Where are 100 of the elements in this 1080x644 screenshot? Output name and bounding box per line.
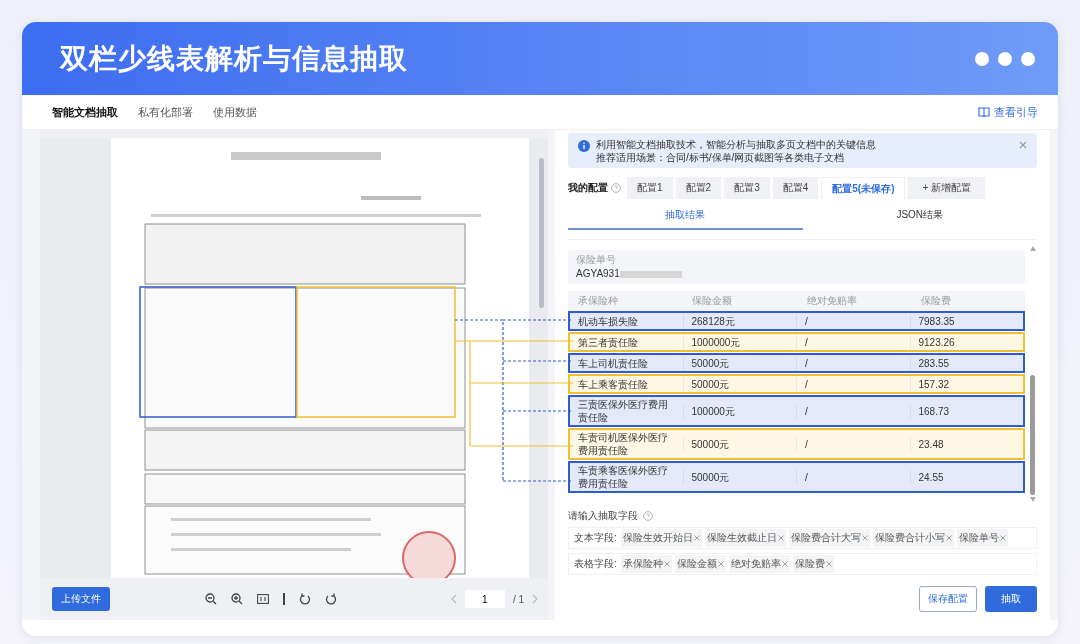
config-tab[interactable]: 配置5(未保存) xyxy=(821,177,906,199)
field-tag[interactable]: 保险费合计小写 xyxy=(872,529,954,547)
scrollbar[interactable] xyxy=(539,158,544,308)
result-tab[interactable]: JSON结果 xyxy=(802,202,1037,230)
table-cell: / xyxy=(796,334,910,350)
remove-icon[interactable] xyxy=(781,561,788,567)
chevron-right-icon[interactable] xyxy=(532,594,538,604)
field-tag[interactable]: 保险费 xyxy=(792,555,834,573)
page-total: / 1 xyxy=(512,593,524,605)
redaction-bar xyxy=(619,270,682,278)
table-cell: 283.55 xyxy=(909,355,1023,371)
save-config-button[interactable]: 保存配置 xyxy=(919,586,977,612)
field-tag[interactable]: 保险生效开始日 xyxy=(620,529,702,547)
chevron-left-icon[interactable] xyxy=(450,594,457,604)
column-header: 保险金额 xyxy=(691,294,734,308)
result-tab[interactable]: 抽取结果 xyxy=(568,202,803,230)
table-cell: / xyxy=(796,403,910,419)
remove-icon[interactable] xyxy=(777,535,784,541)
notice-text: 推荐适用场景：合同/标书/保单/网页截图等各类电子文档 xyxy=(596,151,846,164)
table-cell: 168.73 xyxy=(909,403,1023,419)
field-label: 表格字段: xyxy=(574,557,617,571)
table-cell-text: 车上司机责任险 xyxy=(577,356,649,371)
table-row[interactable]: 机动车损失险 268128元 / 7983.35 xyxy=(568,311,1025,331)
field-label: 文本字段: xyxy=(574,531,617,545)
table-cell: / xyxy=(796,355,910,371)
table-cell: / xyxy=(796,469,910,485)
divider xyxy=(283,593,285,605)
page-title: 双栏少线表解析与信息抽取 xyxy=(60,41,408,76)
guide-link[interactable]: 查看引导 xyxy=(978,104,1038,120)
fields-label: 请输入抽取字段 xyxy=(568,509,638,523)
extract-button[interactable]: 抽取 xyxy=(985,586,1037,612)
table-cell-text: 三责医保外医疗费用责任险 xyxy=(577,398,669,425)
table-cell: 268128元 xyxy=(682,313,796,329)
upload-button[interactable]: 上传文件 xyxy=(52,587,110,611)
remove-icon[interactable] xyxy=(999,535,1006,541)
remove-icon[interactable] xyxy=(825,561,832,567)
field-tag[interactable]: 保险生效截止日 xyxy=(704,529,786,547)
scroll-up-icon[interactable] xyxy=(1029,246,1036,251)
page-input[interactable]: 1 xyxy=(464,590,505,608)
table-cell: 7983.35 xyxy=(909,313,1023,329)
table-cell-text: 第三者责任险 xyxy=(577,335,639,350)
zoom-in-icon[interactable] xyxy=(231,593,243,605)
close-icon[interactable] xyxy=(1019,141,1027,149)
column-header: 保险费 xyxy=(919,294,952,308)
column-header: 绝对免赔率 xyxy=(805,294,858,308)
config-tab[interactable]: 配置4 xyxy=(772,177,819,199)
book-icon xyxy=(978,107,990,117)
zoom-out-icon[interactable] xyxy=(205,593,217,605)
table-cell: 100000元 xyxy=(682,403,796,419)
remove-icon[interactable] xyxy=(663,561,670,567)
table-row[interactable]: 车责司机医保外医疗费用责任险 50000元 / 23.48 xyxy=(568,428,1025,460)
remove-icon[interactable] xyxy=(693,535,700,541)
tag-field[interactable]: 表格字段: 承保险种 保险金额 绝对免赔率 保险费 xyxy=(568,553,1037,575)
table-cell: / xyxy=(796,436,910,452)
nav-tab[interactable]: 使用数据 xyxy=(213,100,265,124)
tag-field[interactable]: 文本字段: 保险生效开始日 保险生效截止日 保险费合计大写 保险费合计小写 保险单号 xyxy=(568,527,1037,549)
column-header: 承保险种 xyxy=(577,294,619,308)
scroll-down-icon[interactable] xyxy=(1029,497,1036,502)
field-tag[interactable]: 保险金额 xyxy=(674,555,726,573)
table-cell: / xyxy=(796,376,910,392)
notice-text: 利用智能文档抽取技术，智能分析与抽取多页文档中的关键信息 xyxy=(596,138,876,151)
table-row[interactable]: 第三者责任险 1000000元 / 9123.26 xyxy=(568,332,1025,352)
config-tab[interactable]: 配置2 xyxy=(675,177,722,199)
config-tab[interactable]: 配置1 xyxy=(627,177,673,199)
field-tag[interactable]: 保险单号 xyxy=(956,529,1008,547)
info-icon xyxy=(578,140,590,152)
rotate-left-icon[interactable] xyxy=(299,593,311,605)
field-tag[interactable]: 绝对免赔率 xyxy=(728,555,790,573)
add-config-button[interactable]: + 新增配置 xyxy=(908,177,986,199)
more-icon[interactable] xyxy=(974,50,1036,67)
config-label: 我的配置 xyxy=(568,181,608,195)
table-cell: 50000元 xyxy=(682,469,796,485)
table-cell: 157.32 xyxy=(909,376,1023,392)
remove-icon[interactable] xyxy=(861,535,868,541)
nav-tab[interactable]: 私有化部署 xyxy=(138,100,201,124)
table-row[interactable]: 三责医保外医疗费用责任险 100000元 / 168.73 xyxy=(568,395,1025,427)
field-value: AGYA931 xyxy=(576,267,620,281)
rotate-right-icon[interactable] xyxy=(325,593,337,605)
table-cell-text: 车责司机医保外医疗费用责任险 xyxy=(577,431,669,458)
table-cell: 1000000元 xyxy=(682,334,796,350)
remove-icon[interactable] xyxy=(945,535,952,541)
fit-icon[interactable] xyxy=(257,594,269,604)
config-tab[interactable]: 配置3 xyxy=(724,177,770,199)
table-cell: 23.48 xyxy=(909,436,1023,452)
table-cell: / xyxy=(796,313,910,329)
field-tag[interactable]: 承保险种 xyxy=(620,555,672,573)
table-cell: 24.55 xyxy=(909,469,1023,485)
table-cell-text: 车上乘客责任险 xyxy=(577,377,649,392)
table-cell: 50000元 xyxy=(682,376,796,392)
nav-tab[interactable]: 智能文档抽取 xyxy=(52,100,126,124)
table-cell: 9123.26 xyxy=(909,334,1023,350)
table-row[interactable]: 车上乘客责任险 50000元 / 157.32 xyxy=(568,374,1025,394)
help-icon[interactable] xyxy=(643,511,653,521)
table-cell: 50000元 xyxy=(682,355,796,371)
remove-icon[interactable] xyxy=(717,561,724,567)
table-row[interactable]: 车上司机责任险 50000元 / 283.55 xyxy=(568,353,1025,373)
table-cell-text: 车责乘客医保外医疗费用责任险 xyxy=(577,464,669,491)
help-icon[interactable] xyxy=(611,183,621,193)
field-tag[interactable]: 保险费合计大写 xyxy=(788,529,870,547)
table-row[interactable]: 车责乘客医保外医疗费用责任险 50000元 / 24.55 xyxy=(568,461,1025,493)
